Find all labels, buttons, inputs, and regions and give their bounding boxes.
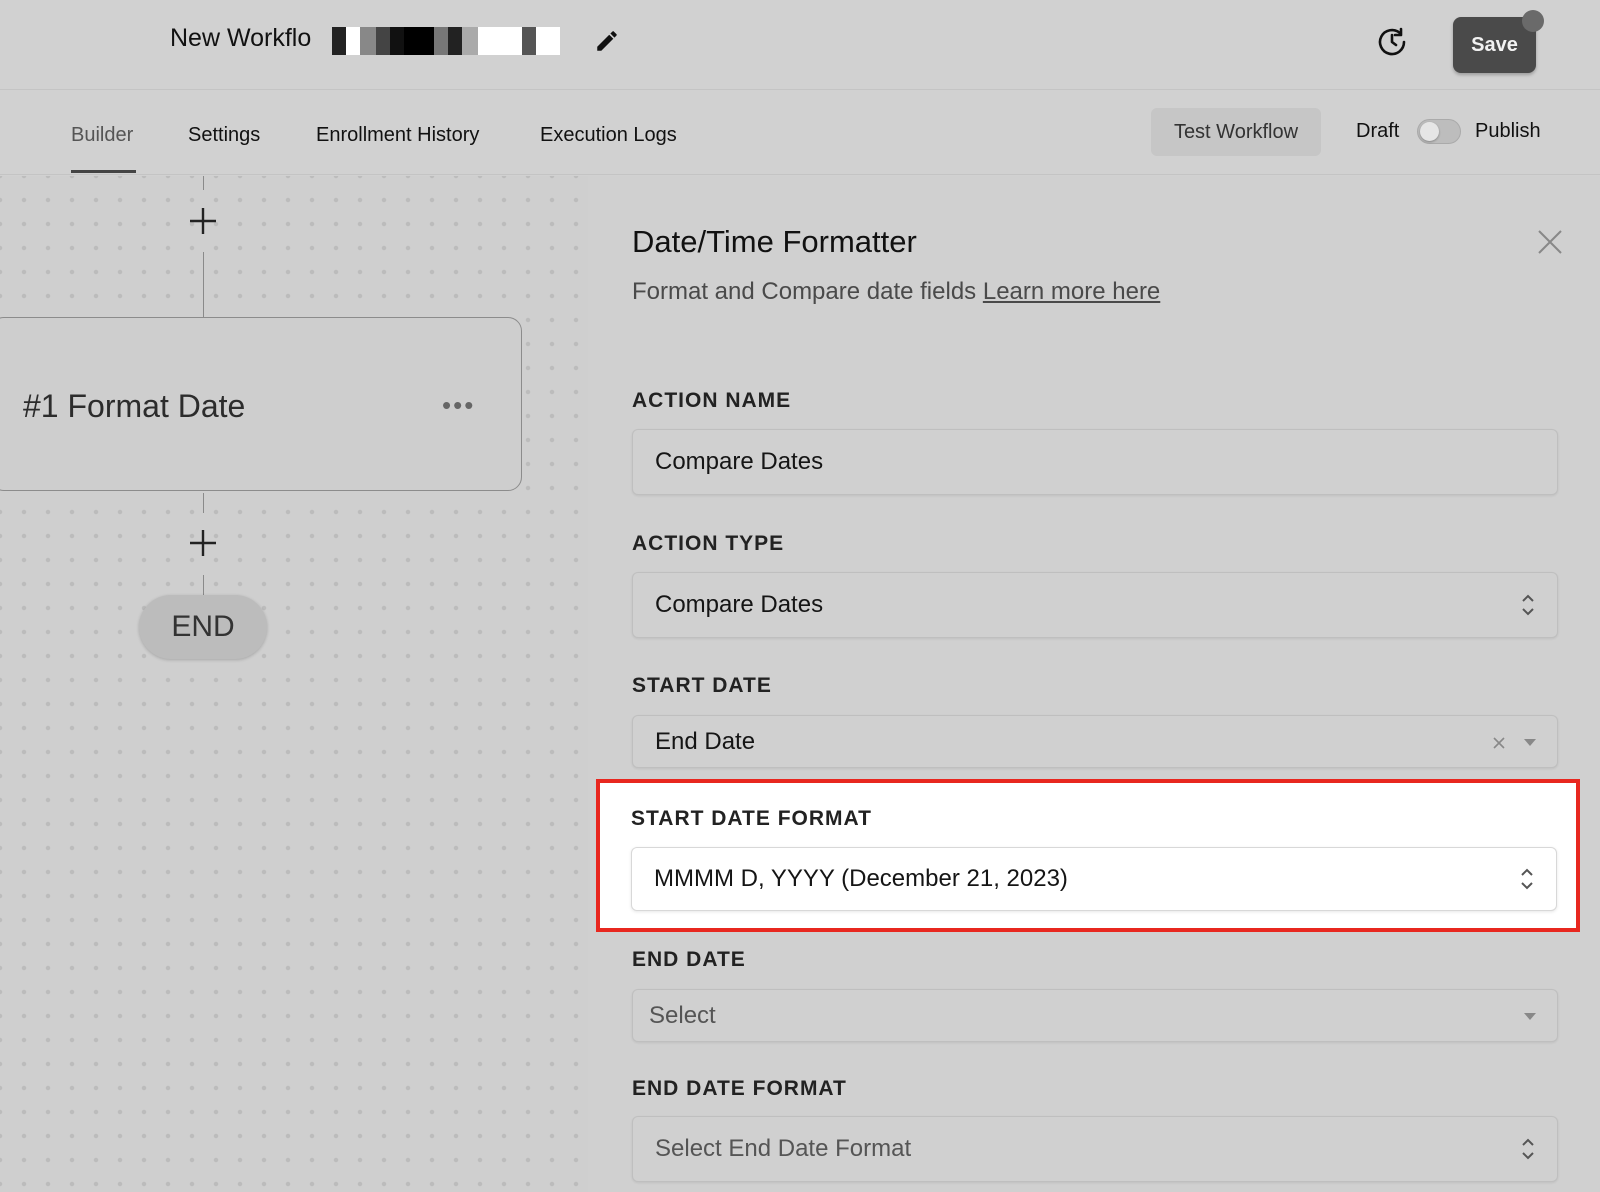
node-title: #1 Format Date (23, 388, 246, 424)
subtitle-text: Format and Compare date fields (632, 278, 977, 305)
tab-settings[interactable]: Settings (188, 124, 260, 147)
start-date-format-highlight: START DATE FORMAT MMMM D, YYYY (December… (596, 779, 1580, 932)
add-step-plus-icon[interactable] (188, 206, 218, 236)
clear-icon[interactable] (1493, 737, 1505, 749)
panel-title: Date/Time Formatter (632, 224, 917, 259)
end-date-label: END DATE (632, 948, 746, 971)
panel-subtitle: Format and Compare date fields Learn mor… (632, 278, 1160, 306)
draft-label: Draft (1356, 120, 1400, 142)
publish-label: Publish (1475, 120, 1541, 142)
redacted-title-block (332, 27, 575, 55)
tab-bar: Builder Settings Enrollment History Exec… (0, 90, 1600, 175)
top-header: New Workflo Save (0, 0, 1600, 90)
connector-line (203, 493, 204, 513)
action-type-select[interactable]: Compare Dates (632, 572, 1558, 638)
history-icon[interactable] (1374, 24, 1410, 60)
start-date-label: START DATE (632, 674, 772, 697)
chevron-up-down-icon (1521, 868, 1533, 890)
action-node-format-date[interactable]: #1 Format Date ••• (0, 317, 522, 491)
end-node: END (139, 595, 267, 659)
toggle-knob (1420, 122, 1439, 141)
action-name-label: ACTION NAME (632, 389, 792, 412)
start-date-select[interactable]: End Date (632, 715, 1558, 768)
node-more-menu-icon[interactable]: ••• (442, 392, 475, 418)
learn-more-link[interactable]: Learn more here (983, 278, 1160, 305)
chevron-up-down-icon (1522, 1138, 1534, 1160)
end-date-placeholder: Select (649, 1002, 716, 1029)
end-date-format-placeholder: Select End Date Format (655, 1135, 912, 1162)
unsaved-indicator-dot (1522, 10, 1544, 32)
chevron-up-down-icon (1522, 594, 1534, 616)
connector-line (203, 252, 204, 317)
workflow-title[interactable]: New Workflo (170, 24, 311, 53)
start-date-format-label: START DATE FORMAT (631, 807, 872, 830)
start-date-format-value: MMMM D, YYYY (December 21, 2023) (654, 865, 1068, 892)
add-step-plus-icon[interactable] (188, 528, 218, 558)
active-tab-indicator (71, 170, 136, 173)
action-name-value: Compare Dates (655, 448, 824, 475)
caret-down-icon (1524, 739, 1536, 746)
tab-enrollment-history[interactable]: Enrollment History (316, 124, 479, 147)
connector-line (203, 575, 204, 595)
workflow-canvas[interactable]: #1 Format Date ••• END (0, 176, 588, 1192)
end-date-format-select[interactable]: Select End Date Format (632, 1116, 1558, 1182)
tab-execution-logs[interactable]: Execution Logs (540, 124, 677, 147)
start-date-format-select[interactable]: MMMM D, YYYY (December 21, 2023) (631, 847, 1557, 911)
publish-toggle[interactable] (1417, 119, 1461, 144)
test-workflow-button[interactable]: Test Workflow (1151, 108, 1321, 156)
pencil-icon[interactable] (594, 28, 620, 54)
action-settings-panel: Date/Time Formatter Format and Compare d… (588, 176, 1600, 1192)
action-name-input[interactable]: Compare Dates (632, 429, 1558, 495)
action-type-label: ACTION TYPE (632, 532, 785, 555)
end-date-format-label: END DATE FORMAT (632, 1077, 847, 1100)
caret-down-icon (1524, 1013, 1536, 1020)
action-type-value: Compare Dates (655, 591, 824, 618)
start-date-value: End Date (655, 728, 756, 755)
end-date-select[interactable]: Select (632, 989, 1558, 1042)
tab-builder[interactable]: Builder (71, 124, 133, 147)
close-icon[interactable] (1536, 228, 1564, 256)
connector-line (203, 176, 204, 190)
